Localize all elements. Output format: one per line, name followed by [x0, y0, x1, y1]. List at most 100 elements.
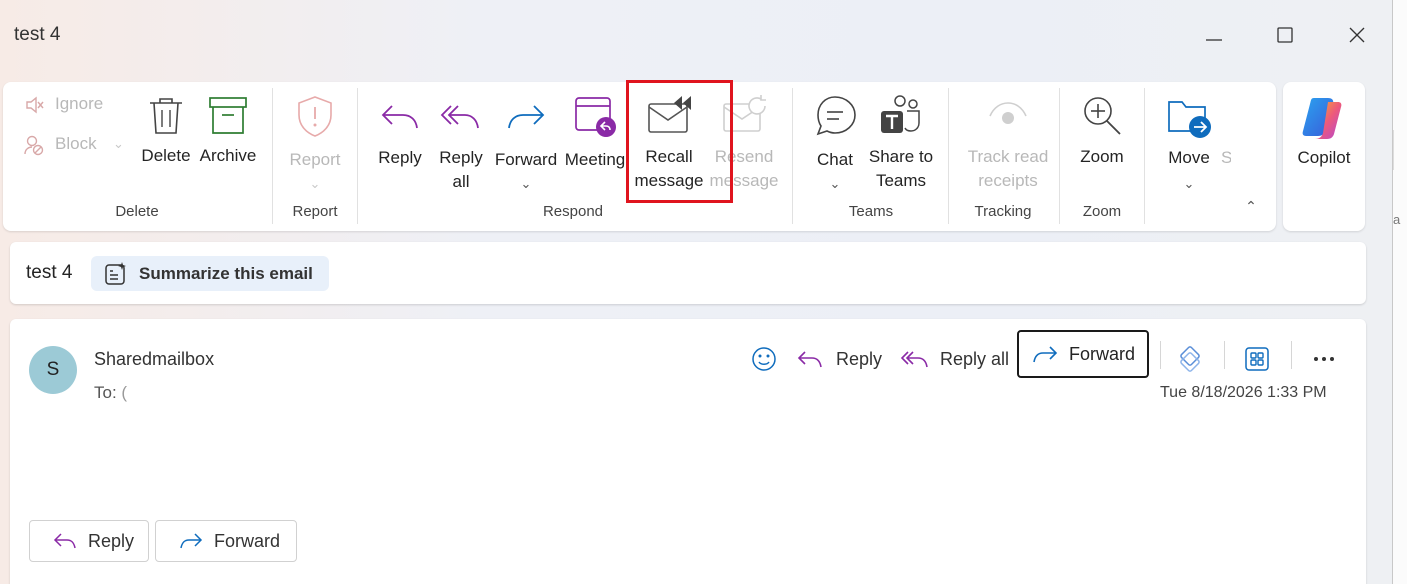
trash-icon [150, 98, 182, 134]
chevron-down-icon: ⌄ [1183, 176, 1195, 191]
folder-move-icon [1168, 101, 1211, 138]
reply-label: Reply [378, 148, 422, 167]
header-reply-button[interactable]: Reply [796, 340, 882, 378]
to-label: To: [94, 383, 117, 402]
apps-button[interactable] [1243, 340, 1271, 378]
reply-button[interactable]: Reply [371, 94, 429, 174]
reply-icon [381, 105, 418, 129]
track-label-line1: Track read [967, 147, 1049, 166]
copilot-icon [1302, 98, 1342, 139]
reply-icon [53, 533, 76, 549]
header-reply-all-button[interactable]: Reply all [900, 340, 1009, 378]
title-bar: test 4 [0, 0, 1392, 70]
recall-message-highlight [626, 80, 733, 203]
archive-button[interactable]: Archive [198, 94, 258, 174]
archive-icon [209, 97, 247, 134]
archive-label: Archive [199, 146, 257, 165]
zoom-button[interactable]: Zoom [1070, 94, 1134, 174]
track-read-receipts-button[interactable]: Track read receipts [958, 94, 1058, 194]
message-date: Tue 8/18/2026 1:33 PM [1160, 384, 1327, 401]
reply-all-icon [900, 351, 928, 368]
bottom-reply-button[interactable]: Reply [29, 520, 149, 562]
share-to-teams-button[interactable]: Share to Teams [861, 94, 941, 194]
copilot-panel: Copilot [1283, 82, 1365, 231]
reply-icon [797, 351, 822, 368]
maximize-button[interactable] [1270, 20, 1300, 50]
recipient-truncated[interactable]: ( [121, 383, 127, 402]
ignore-icon [26, 96, 44, 114]
bottom-forward-label: Forward [214, 530, 281, 551]
tracking-group-label: Tracking [974, 203, 1032, 220]
calendar-reply-icon [575, 97, 616, 137]
block-user-icon [24, 135, 44, 156]
block-label: Block [55, 134, 97, 153]
move-button[interactable]: Move ⌄ [1156, 94, 1222, 194]
chat-icon [816, 96, 856, 136]
apps-grid-icon [1245, 347, 1269, 371]
ribbon-divider [1144, 88, 1145, 224]
reply-all-button[interactable]: Reply all [433, 94, 489, 194]
action-divider [1160, 341, 1161, 369]
reply-all-icon [440, 105, 479, 129]
more-actions-button[interactable] [1310, 340, 1338, 378]
maximize-icon [1277, 27, 1293, 43]
delete-button[interactable]: Delete [139, 94, 193, 174]
outlook-message-window: test 4 Ignore Block ⌄ Delete Archive Del… [0, 0, 1393, 584]
shield-warning-icon [298, 96, 332, 137]
subject-bar: test 4 Summarize this email [10, 242, 1366, 304]
chevron-up-icon: ⌃ [1245, 198, 1257, 214]
forward-button[interactable]: Forward ⌄ [492, 94, 560, 194]
meeting-button[interactable]: Meeting [561, 94, 629, 174]
bottom-reply-label: Reply [88, 530, 135, 551]
ignore-label: Ignore [55, 94, 104, 113]
zoom-in-icon [1084, 97, 1121, 135]
background-text-fragment: a [1393, 212, 1401, 227]
action-divider [1224, 341, 1225, 369]
email-subject: test 4 [26, 262, 73, 283]
meeting-label: Meeting [564, 150, 626, 169]
emoji-icon [752, 347, 776, 371]
chevron-down-icon: ⌄ [113, 136, 124, 151]
block-button[interactable]: Block ⌄ [23, 132, 133, 158]
ribbon-divider [948, 88, 949, 224]
message-pane: S Sharedmailbox To: ( Tue 8/18/2026 1:33… [10, 319, 1366, 584]
background-window-edge [1393, 130, 1407, 170]
summarize-label: Summarize this email [139, 264, 313, 283]
chevron-down-icon: ⌄ [829, 176, 841, 191]
copilot-button[interactable]: Copilot [1287, 94, 1361, 184]
minimize-button[interactable] [1199, 20, 1229, 50]
truncated-ribbon-label: S [1221, 146, 1231, 170]
zoom-label: Zoom [1080, 147, 1124, 166]
report-group-label: Report [292, 203, 338, 220]
header-forward-button[interactable]: Forward [1017, 330, 1149, 378]
background-window-strip: a [1393, 0, 1407, 584]
chevron-down-icon: ⌄ [520, 176, 532, 191]
teams-group-label: Teams [848, 203, 894, 220]
report-button[interactable]: Report ⌄ [283, 94, 347, 194]
ribbon-divider [357, 88, 358, 224]
header-reply-all-label: Reply all [940, 348, 1010, 369]
sender-name[interactable]: Sharedmailbox [94, 349, 214, 370]
recipients-line: To: ( [94, 383, 127, 403]
header-forward-label: Forward [1069, 343, 1136, 364]
teams-icon [881, 95, 920, 133]
copilot-label: Copilot [1297, 148, 1351, 167]
loop-button[interactable] [1176, 340, 1204, 378]
delete-label: Delete [141, 146, 191, 165]
action-divider [1291, 341, 1292, 369]
avatar[interactable]: S [29, 346, 77, 394]
bottom-forward-button[interactable]: Forward [155, 520, 297, 562]
forward-icon [1033, 346, 1058, 363]
zoom-group-label: Zoom [1082, 203, 1122, 220]
chat-button[interactable]: Chat ⌄ [805, 94, 865, 194]
collapse-ribbon-button[interactable]: ⌃ [1241, 194, 1261, 218]
reply-all-label-line1: Reply [439, 148, 483, 167]
ribbon-divider [792, 88, 793, 224]
summarize-icon [105, 262, 126, 285]
close-window-button[interactable] [1342, 20, 1372, 50]
react-button[interactable] [750, 340, 778, 378]
chevron-down-icon: ⌄ [309, 176, 321, 191]
delete-group-label: Delete [115, 203, 159, 220]
ignore-button[interactable]: Ignore [23, 92, 133, 118]
summarize-email-button[interactable]: Summarize this email [91, 256, 329, 291]
